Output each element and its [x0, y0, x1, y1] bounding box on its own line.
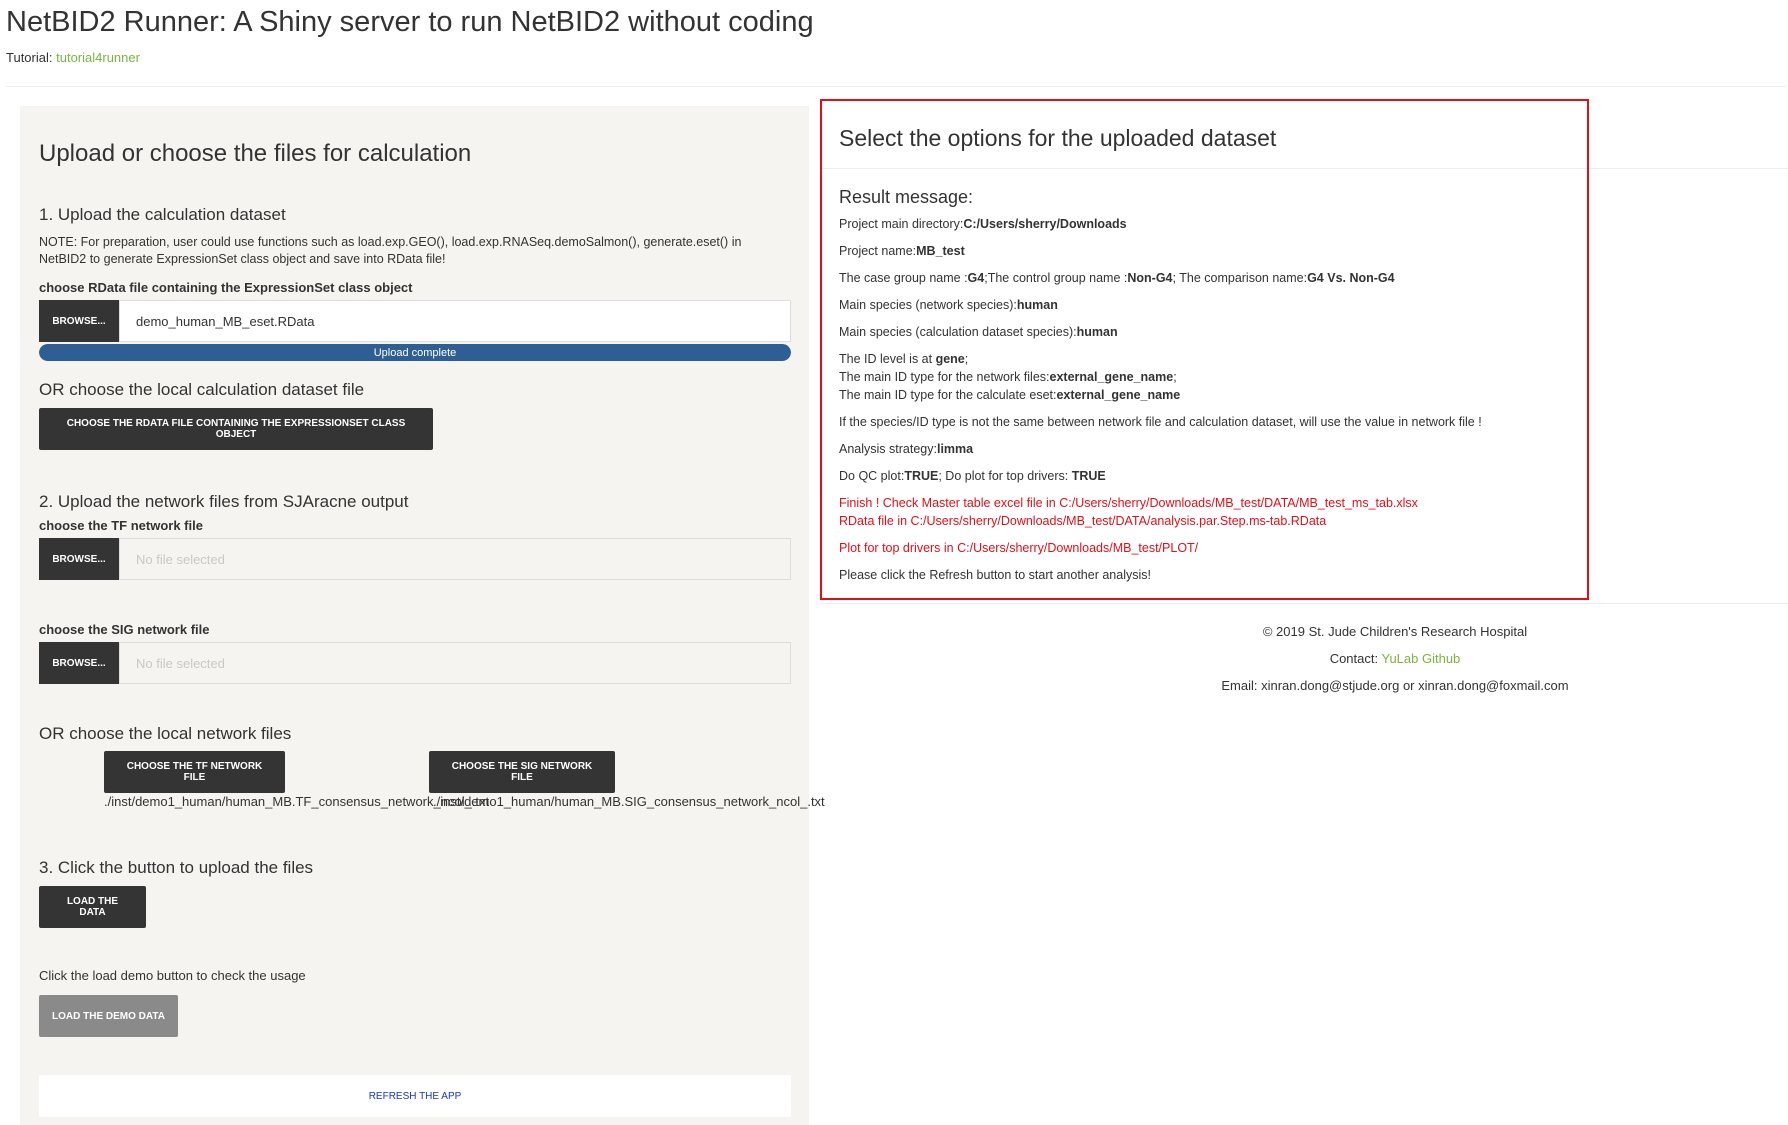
rdata-file-label: choose RData file containing the Express… [39, 280, 413, 295]
preparation-note: NOTE: For preparation, user could use fu… [39, 234, 779, 268]
result-group-names: The case group name :G4;The control grou… [839, 269, 1574, 287]
result-id-level: The ID level is at gene; [839, 350, 1574, 368]
rdata-file-name[interactable]: demo_human_MB_eset.RData [119, 300, 791, 342]
result-message-heading: Result message: [839, 187, 974, 207]
sig-file-name[interactable]: No file selected [119, 642, 791, 684]
result-calc-species: Main species (calculation dataset specie… [839, 323, 1574, 341]
sig-browse-button[interactable]: BROWSE... [39, 642, 119, 684]
section-1-title: 1. Upload the calculation dataset [39, 205, 286, 224]
result-project-name: Project name:MB_test [839, 242, 1574, 260]
title-divider [6, 86, 1786, 87]
network-species-label: Main species (network species): [839, 298, 1017, 312]
upload-progress-fill: Upload complete [39, 344, 791, 361]
load-data-button[interactable]: LOAD THE DATA [39, 886, 146, 928]
project-name-value: MB_test [916, 244, 965, 258]
result-panel-title: Select the options for the uploaded data… [839, 125, 1277, 151]
result-network-species: Main species (network species):human [839, 296, 1574, 314]
tf-file-name[interactable]: No file selected [119, 538, 791, 580]
upload-panel-title: Upload or choose the files for calculati… [39, 140, 472, 167]
choose-rdata-button[interactable]: CHOOSE THE RDATA FILE CONTAINING THE EXP… [39, 408, 433, 450]
comparison-value: G4 Vs. Non-G4 [1307, 271, 1395, 285]
note-line-2: NetBID2 to generate ExpressionSet class … [39, 252, 446, 266]
tf-browse-button[interactable]: BROWSE... [39, 538, 119, 580]
refresh-app-button[interactable]: REFRESH THE APP [39, 1075, 791, 1117]
rdata-browse-button[interactable]: BROWSE... [39, 300, 119, 342]
result-species-warning: If the species/ID type is not the same b… [839, 415, 1482, 429]
footer-contact: Contact: YuLab Github [1095, 651, 1695, 666]
local-network-title: OR choose the local network files [39, 724, 292, 743]
case-group-label: The case group name : [839, 271, 968, 285]
yulab-github-link[interactable]: YuLab Github [1382, 651, 1461, 666]
tf-file-input: BROWSE... No file selected [39, 538, 791, 580]
result-project-directory: Project main directory:C:/Users/sherry/D… [839, 215, 1574, 233]
id-level-end: ; [964, 352, 969, 366]
id-level-value: gene [935, 352, 965, 366]
load-demo-hint: Click the load demo button to check the … [39, 968, 306, 983]
qc-plot-label: Do QC plot: [839, 469, 905, 483]
control-group-value: Non-G4 [1127, 271, 1173, 285]
result-plot-options: Do QC plot:TRUE; Do plot for top drivers… [839, 467, 1574, 485]
top-drivers-label: ; Do plot for top drivers: [938, 469, 1072, 483]
result-finish-rdata: RData file in C:/Users/sherry/Downloads/… [839, 514, 1327, 528]
note-line-1: NOTE: For preparation, user could use fu… [39, 235, 742, 249]
rdata-file-input: BROWSE... demo_human_MB_eset.RData [39, 300, 791, 342]
sig-network-path: ./inst/demo1_human/human_MB.SIG_consensu… [433, 794, 825, 809]
result-eset-id-type: The main ID type for the calculate eset:… [839, 386, 1574, 404]
result-plot-path: Plot for top drivers in C:/Users/sherry/… [839, 541, 1199, 555]
tutorial-label: Tutorial: [6, 50, 53, 65]
calc-species-label: Main species (calculation dataset specie… [839, 325, 1077, 339]
upload-progress-bar: Upload complete [39, 344, 791, 361]
upload-panel: Upload or choose the files for calculati… [20, 106, 825, 1125]
network-id-value: external_gene_name [1049, 370, 1174, 384]
id-level-label: The ID level is at [839, 352, 936, 366]
network-id-label: The main ID type for the network files: [839, 370, 1050, 384]
sig-file-input: BROWSE... No file selected [39, 642, 791, 684]
qc-plot-value: TRUE [904, 469, 939, 483]
tutorial-link[interactable]: tutorial4runner [56, 50, 140, 65]
tf-network-path: ./inst/demo1_human/human_MB.TF_consensus… [104, 794, 490, 809]
local-dataset-title: OR choose the local calculation dataset … [39, 380, 365, 399]
sig-file-label: choose the SIG network file [39, 622, 210, 637]
project-directory-label: Project main directory: [839, 217, 964, 231]
top-drivers-value: TRUE [1071, 469, 1106, 483]
result-panel: Select the options for the uploaded data… [820, 99, 1589, 600]
strategy-label: Analysis strategy: [839, 442, 937, 456]
project-directory-value: C:/Users/sherry/Downloads [963, 217, 1127, 231]
section-3-title: 3. Click the button to upload the files [39, 858, 314, 877]
case-group-value: G4 [967, 271, 985, 285]
result-analysis-strategy: Analysis strategy:limma [839, 440, 1574, 458]
comparison-label: ; The comparison name: [1172, 271, 1308, 285]
project-name-label: Project name: [839, 244, 917, 258]
result-refresh-hint: Please click the Refresh button to start… [839, 568, 1151, 582]
choose-sig-network-button[interactable]: CHOOSE THE SIG NETWORK FILE [429, 751, 615, 793]
footer-email: Email: xinran.dong@stjude.org or xinran.… [1221, 678, 1569, 693]
choose-tf-network-button[interactable]: CHOOSE THE TF NETWORK FILE [104, 751, 285, 793]
tutorial-line: Tutorial: tutorial4runner [6, 50, 140, 65]
result-network-id-type: The main ID type for the network files:e… [839, 368, 1574, 386]
app-title: NetBID2 Runner: A Shiny server to run Ne… [6, 6, 814, 38]
control-group-label: ;The control group name : [984, 271, 1128, 285]
eset-id-value: external_gene_name [1056, 388, 1181, 402]
eset-id-label: The main ID type for the calculate eset: [839, 388, 1057, 402]
network-id-end: ; [1173, 370, 1177, 384]
contact-label: Contact: [1329, 651, 1379, 666]
load-demo-button[interactable]: LOAD THE DEMO DATA [39, 995, 178, 1037]
result-finish-master-table: Finish ! Check Master table excel file i… [839, 496, 1418, 510]
section-2-title: 2. Upload the network files from SJAracn… [39, 492, 409, 511]
footer-copyright: © 2019 St. Jude Children's Research Hosp… [1262, 624, 1528, 639]
strategy-value: limma [936, 442, 974, 456]
network-species-value: human [1016, 298, 1058, 312]
result-footer-divider [820, 603, 1788, 604]
calc-species-value: human [1076, 325, 1118, 339]
tf-file-label: choose the TF network file [39, 518, 203, 533]
